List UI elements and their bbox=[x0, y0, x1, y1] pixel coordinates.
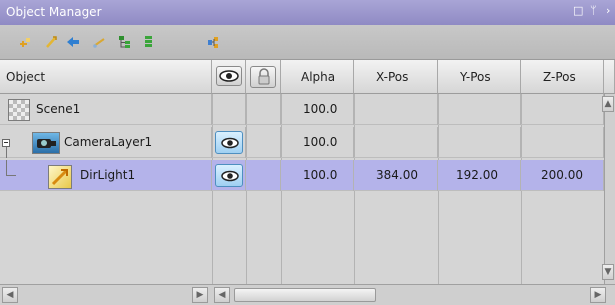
vertical-scrollbar[interactable]: ▲ ▼ bbox=[602, 94, 615, 284]
object-cell[interactable]: Scene1 bbox=[0, 94, 212, 125]
column-header-object[interactable]: Object bbox=[0, 60, 212, 94]
object-cell[interactable]: DirLight1 bbox=[0, 160, 212, 191]
table-row[interactable]: CameraLayer1 100.0 bbox=[0, 127, 604, 158]
scroll-up-icon[interactable]: ▲ bbox=[602, 96, 614, 112]
scroll-down-icon[interactable]: ▼ bbox=[602, 264, 614, 280]
ypos-cell[interactable]: 192.00 bbox=[438, 160, 521, 191]
column-header-xpos[interactable]: X-Pos bbox=[354, 60, 438, 94]
title-bar: Object Manager □ ᛘ › bbox=[0, 0, 615, 25]
column-header-lock[interactable] bbox=[246, 60, 281, 94]
alpha-cell[interactable]: 100.0 bbox=[281, 94, 354, 125]
tree-expand-icon[interactable] bbox=[118, 35, 132, 49]
zpos-cell[interactable] bbox=[521, 94, 604, 125]
scroll-right-icon[interactable]: ▶ bbox=[192, 287, 208, 303]
eye-icon[interactable] bbox=[215, 131, 243, 154]
column-header-alpha-label: Alpha bbox=[301, 70, 336, 84]
directional-light-icon bbox=[48, 165, 72, 189]
scroll-left-icon[interactable]: ◀ bbox=[2, 287, 18, 303]
xpos-value: 384.00 bbox=[376, 168, 418, 182]
visibility-cell[interactable] bbox=[212, 127, 246, 158]
visibility-cell[interactable] bbox=[212, 94, 246, 125]
table-row[interactable]: DirLight1 100.0 384.00 192.00 200.00 bbox=[0, 160, 604, 191]
xpos-cell[interactable] bbox=[354, 94, 438, 125]
arrow-left-icon[interactable] bbox=[66, 35, 80, 49]
zpos-cell[interactable] bbox=[521, 127, 604, 158]
visibility-cell[interactable] bbox=[212, 160, 246, 191]
horizontal-scrollbar-left[interactable]: ◀ ▶ bbox=[0, 284, 212, 305]
ypos-cell[interactable] bbox=[438, 127, 521, 158]
column-header-alpha[interactable]: Alpha bbox=[281, 60, 354, 94]
object-name: DirLight1 bbox=[80, 168, 136, 182]
pin-icon[interactable]: ᛘ bbox=[590, 4, 597, 17]
collapse-toggle-icon[interactable] bbox=[2, 139, 10, 147]
object-manager-window: Object Manager □ ᛘ › Object Alpha X-Pos … bbox=[0, 0, 615, 305]
lock-cell[interactable] bbox=[246, 94, 281, 125]
column-header-ypos[interactable]: Y-Pos bbox=[438, 60, 521, 94]
column-header-zpos-label: Z-Pos bbox=[543, 70, 576, 84]
alpha-value: 100.0 bbox=[303, 135, 338, 149]
column-header-visibility[interactable] bbox=[212, 60, 246, 94]
ypos-cell[interactable] bbox=[438, 94, 521, 125]
alpha-cell[interactable]: 100.0 bbox=[281, 127, 354, 158]
column-header-object-label: Object bbox=[6, 70, 46, 84]
window-title: Object Manager bbox=[6, 5, 102, 19]
xpos-cell[interactable] bbox=[354, 127, 438, 158]
hierarchy-icon[interactable] bbox=[206, 35, 220, 49]
zpos-cell[interactable]: 200.00 bbox=[521, 160, 604, 191]
column-header-xpos-label: X-Pos bbox=[376, 70, 409, 84]
object-name: CameraLayer1 bbox=[64, 135, 153, 149]
link-icon[interactable] bbox=[92, 35, 106, 49]
restore-icon[interactable]: □ bbox=[573, 4, 583, 17]
scroll-right-icon[interactable]: ▶ bbox=[590, 287, 606, 303]
tree-collapse-icon[interactable] bbox=[142, 35, 156, 49]
xpos-cell[interactable]: 384.00 bbox=[354, 160, 438, 191]
column-header-ypos-label: Y-Pos bbox=[460, 70, 491, 84]
alpha-value: 100.0 bbox=[303, 102, 338, 116]
object-cell[interactable]: CameraLayer1 bbox=[0, 127, 212, 158]
alpha-value: 100.0 bbox=[303, 168, 338, 182]
lock-icon bbox=[250, 66, 276, 88]
close-icon[interactable]: › bbox=[606, 4, 610, 17]
scroll-left-icon[interactable]: ◀ bbox=[214, 287, 230, 303]
add-layer-icon[interactable] bbox=[18, 35, 32, 49]
scene-icon bbox=[8, 99, 30, 121]
toolbar bbox=[0, 25, 615, 60]
alpha-cell[interactable]: 100.0 bbox=[281, 160, 354, 191]
column-header-zpos[interactable]: Z-Pos bbox=[521, 60, 604, 94]
add-light-icon[interactable] bbox=[44, 35, 58, 49]
tree-line bbox=[6, 160, 7, 176]
eye-icon bbox=[216, 66, 242, 86]
horizontal-scrollbar-right[interactable]: ◀ ▶ bbox=[212, 284, 615, 305]
lock-cell[interactable] bbox=[246, 160, 281, 191]
tree-line bbox=[6, 175, 16, 176]
camera-layer-icon bbox=[32, 132, 60, 154]
object-name: Scene1 bbox=[36, 102, 81, 116]
table-row[interactable]: Scene1 100.0 bbox=[0, 94, 604, 125]
zpos-value: 200.00 bbox=[541, 168, 583, 182]
tree-line bbox=[6, 147, 7, 158]
ypos-value: 192.00 bbox=[456, 168, 498, 182]
eye-icon[interactable] bbox=[215, 164, 243, 187]
lock-cell[interactable] bbox=[246, 127, 281, 158]
column-header-filler bbox=[604, 60, 615, 94]
scrollbar-thumb[interactable] bbox=[234, 288, 376, 302]
